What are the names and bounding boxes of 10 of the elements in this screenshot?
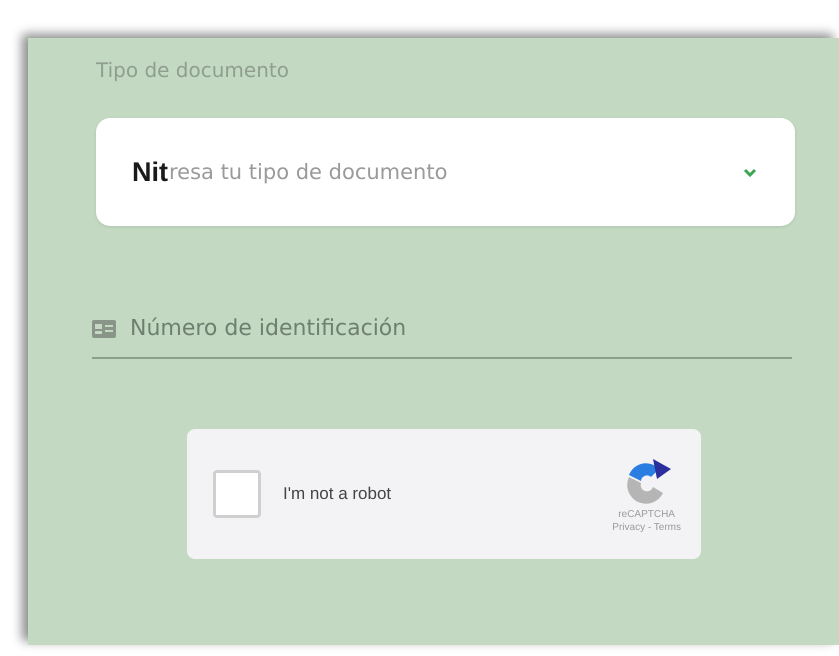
placeholder-text: resa tu tipo de documento [169,160,448,184]
field-label: Tipo de documento [96,58,289,84]
checkbox-label: I'm not a robot [283,484,392,504]
id-number-field[interactable]: Número de identificación [130,316,792,341]
checkbox[interactable] [213,470,261,518]
selected-value: Nit [132,156,168,188]
chevron-icon [743,168,757,176]
id-card-icon [92,320,116,338]
document-type-select[interactable]: Nitresa tu tipo de documento [96,118,795,226]
brand-text: reCAPTCHA [618,509,675,520]
